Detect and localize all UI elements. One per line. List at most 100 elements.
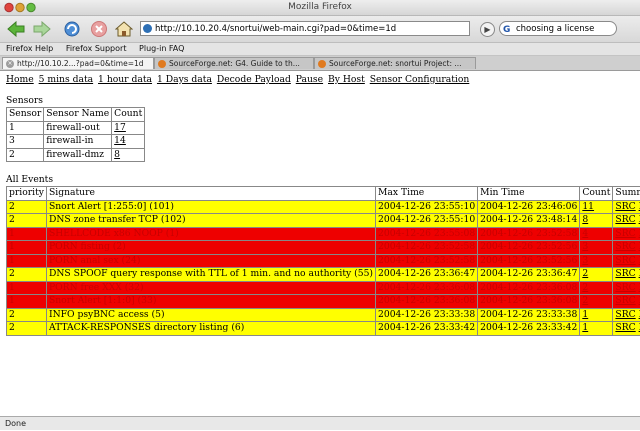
event-signature: PORN fisting (2): [46, 241, 375, 255]
event-row: 1Snort Alert [1:1:0] (33)2004-12-26 23:3…: [7, 295, 640, 309]
event-count-link[interactable]: 1: [582, 322, 588, 333]
event-priority: 2: [7, 214, 47, 228]
go-button[interactable]: ▶: [480, 22, 495, 37]
window-buttons-icon[interactable]: [4, 2, 44, 13]
column-header: Min Time: [478, 187, 580, 201]
all-events-heading: All Events: [6, 174, 53, 185]
sensor-name: firewall-in: [44, 135, 112, 149]
nav-1hour-link[interactable]: 1 hour data: [98, 74, 152, 85]
bookmark-firefox-support[interactable]: Firefox Support: [66, 44, 127, 53]
nav-decode-payload-link[interactable]: Decode Payload: [217, 74, 291, 85]
src-link[interactable]: SRC: [615, 201, 635, 212]
sensor-name: firewall-out: [44, 121, 112, 135]
tab-sourceforge-project[interactable]: SourceForge.net: snortui Project: ...: [314, 57, 476, 69]
event-max-time: 2004-12-26 23:36:47: [376, 268, 478, 282]
table-header-row: priority Signature Max Time Min Time Cou…: [7, 187, 640, 201]
src-link[interactable]: SRC: [615, 282, 635, 293]
close-tab-icon[interactable]: ×: [6, 60, 14, 68]
event-summary: SRC DST: [613, 214, 640, 228]
event-priority: 2: [7, 200, 47, 214]
tab-bar: × http://10.10.2...?pad=0&time=1d Source…: [0, 56, 640, 71]
table-row: 1 firewall-out 17: [7, 121, 145, 135]
sensor-count: 14: [112, 135, 145, 149]
event-signature: INFO psyBNC access (5): [46, 308, 375, 322]
table-row: 2 firewall-dmz 8: [7, 148, 145, 162]
src-link[interactable]: SRC: [615, 255, 635, 266]
url-field[interactable]: http://10.10.20.4/snortui/web-main.cgi?p…: [140, 21, 470, 36]
bookmark-plugin-faq[interactable]: Plug-in FAQ: [139, 44, 184, 53]
page-content: Home 5 mins data 1 hour data 1 Days data…: [0, 70, 640, 416]
reload-button[interactable]: [62, 19, 82, 39]
forward-button[interactable]: [32, 19, 52, 39]
event-count-link[interactable]: 1: [582, 309, 588, 320]
navigation-toolbar: http://10.10.20.4/snortui/web-main.cgi?p…: [0, 16, 640, 43]
event-summary: SRC DST: [613, 268, 640, 282]
event-summary: SRC DST: [613, 200, 640, 214]
bookmark-firefox-help[interactable]: Firefox Help: [6, 44, 53, 53]
event-signature: ATTACK-RESPONSES directory listing (6): [46, 322, 375, 336]
search-engine-icon[interactable]: G: [503, 23, 510, 36]
nav-sensor-config-link[interactable]: Sensor Configuration: [370, 74, 470, 85]
event-priority: 2: [7, 268, 47, 282]
event-count: 2: [580, 268, 613, 282]
sensor-count-link[interactable]: 14: [114, 135, 126, 146]
nav-by-host-link[interactable]: By Host: [328, 74, 365, 85]
forward-arrow-icon: [33, 21, 51, 37]
table-row: 3 firewall-in 14: [7, 135, 145, 149]
nav-1day-link[interactable]: 1 Days data: [157, 74, 212, 85]
event-signature: PORN free XXX (32): [46, 281, 375, 295]
sensor-count-link[interactable]: 17: [114, 122, 126, 133]
src-link[interactable]: SRC: [615, 295, 635, 306]
url-text: http://10.10.20.4/snortui/web-main.cgi?p…: [155, 24, 396, 34]
src-link[interactable]: SRC: [615, 309, 635, 320]
event-row: 2ATTACK-RESPONSES directory listing (6)2…: [7, 322, 640, 336]
sensors-table: Sensor Sensor Name Count 1 firewall-out …: [6, 107, 145, 162]
sourceforge-favicon-icon: [158, 60, 166, 68]
src-link[interactable]: SRC: [615, 322, 635, 333]
tab-snortui[interactable]: × http://10.10.2...?pad=0&time=1d: [2, 57, 154, 69]
tab-sourceforge-guide[interactable]: SourceForge.net: G4. Guide to th...: [154, 57, 314, 69]
event-min-time: 2004-12-26 23:36:08: [478, 295, 580, 309]
sensor-count-link[interactable]: 8: [114, 149, 120, 160]
back-button[interactable]: [6, 19, 26, 39]
event-max-time: 2004-12-26 23:52:58: [376, 241, 478, 255]
event-max-time: 2004-12-26 23:36:08: [376, 281, 478, 295]
event-count-link[interactable]: 4: [582, 228, 588, 239]
event-priority: 2: [7, 308, 47, 322]
nav-pause-link[interactable]: Pause: [296, 74, 323, 85]
event-min-time: 2004-12-26 23:36:08: [478, 281, 580, 295]
event-count-link[interactable]: 11: [582, 201, 594, 212]
event-signature: DNS SPOOF query response with TTL of 1 m…: [46, 268, 375, 282]
event-count-link[interactable]: 2: [582, 282, 588, 293]
home-button[interactable]: [114, 19, 134, 39]
status-text: Done: [5, 419, 26, 428]
src-link[interactable]: SRC: [615, 228, 635, 239]
column-header: Sensor Name: [44, 108, 112, 122]
column-header: Sensor: [7, 108, 44, 122]
event-count-link[interactable]: 2: [582, 268, 588, 279]
sensor-count: 8: [112, 148, 145, 162]
stop-button[interactable]: [89, 19, 109, 39]
event-min-time: 2004-12-26 23:33:38: [478, 308, 580, 322]
event-count-link[interactable]: 3: [582, 255, 588, 266]
event-count-link[interactable]: 3: [582, 241, 588, 252]
event-row: 1PORN anal sex (24)2004-12-26 23:52:5820…: [7, 254, 640, 268]
event-row: 2DNS SPOOF query response with TTL of 1 …: [7, 268, 640, 282]
event-count-link[interactable]: 2: [582, 295, 588, 306]
event-min-time: 2004-12-26 23:52:56: [478, 241, 580, 255]
search-field[interactable]: G choosing a license: [499, 21, 617, 36]
src-link[interactable]: SRC: [615, 241, 635, 252]
nav-5min-link[interactable]: 5 mins data: [39, 74, 94, 85]
event-count: 11: [580, 200, 613, 214]
event-count-link[interactable]: 8: [582, 214, 588, 225]
event-min-time: 2004-12-26 23:52:58: [478, 227, 580, 241]
event-priority: 2: [7, 322, 47, 336]
src-link[interactable]: SRC: [615, 268, 635, 279]
tab-label: SourceForge.net: snortui Project: ...: [329, 59, 462, 68]
event-row: 1PORN free XXX (32)2004-12-26 23:36:0820…: [7, 281, 640, 295]
src-link[interactable]: SRC: [615, 214, 635, 225]
event-summary: SRC DST: [613, 295, 640, 309]
event-count: 3: [580, 241, 613, 255]
window-title: Mozilla Firefox: [288, 2, 352, 12]
nav-home-link[interactable]: Home: [6, 74, 34, 85]
